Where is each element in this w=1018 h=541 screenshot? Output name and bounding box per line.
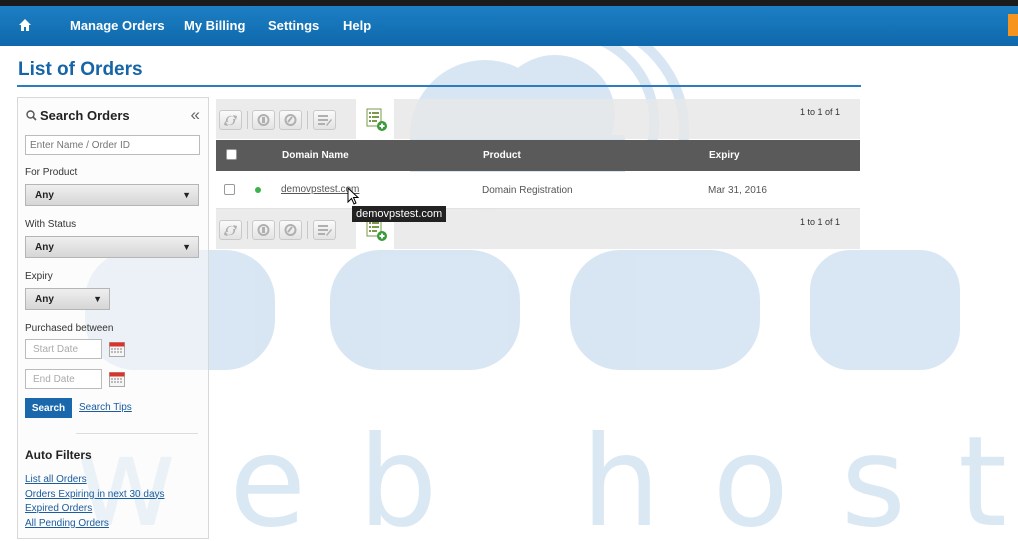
nav-my-billing[interactable]: My Billing	[184, 6, 245, 46]
nav-manage-orders[interactable]: Manage Orders	[70, 6, 165, 46]
dropdown-arrow-icon: ▼	[93, 294, 102, 304]
search-sidebar: Search Orders « For Product Any ▼ With S…	[17, 97, 209, 539]
domain-tooltip: demovpstest.com	[352, 206, 447, 222]
edit-order-icon[interactable]	[313, 110, 336, 130]
dropdown-arrow-icon: ▼	[182, 190, 191, 200]
product-label: For Product	[25, 167, 78, 178]
select-all-checkbox[interactable]	[226, 149, 237, 160]
sidebar-divider	[76, 433, 198, 434]
status-dot-icon	[255, 187, 261, 193]
product-cell: Domain Registration	[482, 185, 573, 196]
grid-header: Domain Name Product Expiry	[216, 140, 860, 171]
auto-filters-list: List all Orders Orders Expiring in next …	[25, 469, 165, 529]
edit-order-icon[interactable]	[313, 220, 336, 240]
status-label: With Status	[25, 219, 77, 230]
auto-filters-title: Auto Filters	[25, 448, 92, 462]
purchased-between-label: Purchased between	[25, 323, 114, 334]
status-select[interactable]: Any ▼	[25, 236, 199, 258]
unlock-order-icon[interactable]	[279, 220, 302, 240]
grid-toolbar-top: 1 to 1 of 1	[216, 99, 860, 139]
toolbar-separator	[307, 221, 308, 239]
home-icon[interactable]	[18, 6, 38, 46]
pagination-info-top: 1 to 1 of 1	[799, 107, 840, 117]
title-divider	[17, 85, 861, 87]
toolbar-separator	[247, 221, 248, 239]
product-select-value: Any	[35, 190, 54, 201]
watermark-tagline: web hosting	[75, 410, 1018, 541]
refresh-icon[interactable]	[219, 110, 242, 130]
expiry-select[interactable]: Any ▼	[25, 288, 110, 310]
grid-toolbar-bottom: 1 to 1 of 1	[216, 209, 860, 249]
calendar-icon[interactable]	[109, 341, 125, 357]
page-title: List of Orders	[18, 59, 143, 80]
nav-help[interactable]: Help	[343, 6, 371, 46]
expiry-label: Expiry	[25, 271, 53, 282]
nav-orange-tab[interactable]	[1008, 14, 1018, 36]
add-order-icon	[366, 108, 387, 131]
lock-order-icon[interactable]	[252, 220, 275, 240]
refresh-icon[interactable]	[219, 220, 242, 240]
filter-pending-orders[interactable]: All Pending Orders	[25, 518, 109, 529]
product-select[interactable]: Any ▼	[25, 184, 199, 206]
start-date-input[interactable]: Start Date	[25, 339, 102, 359]
calendar-icon[interactable]	[109, 371, 125, 387]
dropdown-arrow-icon: ▼	[182, 242, 191, 252]
order-search-input[interactable]	[25, 135, 200, 155]
main-navbar: Manage Orders My Billing Settings Help	[0, 6, 1018, 46]
mouse-pointer-icon	[347, 187, 360, 205]
add-order-button[interactable]	[356, 99, 394, 139]
nav-settings[interactable]: Settings	[268, 6, 319, 46]
col-expiry[interactable]: Expiry	[709, 150, 740, 161]
col-product[interactable]: Product	[483, 150, 521, 161]
lock-order-icon[interactable]	[252, 110, 275, 130]
collapse-sidebar-icon[interactable]: «	[191, 105, 200, 125]
expiry-select-value: Any	[35, 294, 54, 305]
search-button[interactable]: Search	[25, 398, 72, 418]
status-select-value: Any	[35, 242, 54, 253]
toolbar-separator	[307, 111, 308, 129]
toolbar-separator	[247, 111, 248, 129]
table-row: demovpstest.com Domain Registration Mar …	[216, 172, 860, 209]
end-date-input[interactable]: End Date	[25, 369, 102, 389]
search-orders-title: Search Orders	[40, 108, 130, 123]
expiry-cell: Mar 31, 2016	[708, 185, 767, 196]
row-checkbox[interactable]	[224, 184, 235, 195]
pagination-info-bottom: 1 to 1 of 1	[799, 217, 840, 227]
search-icon	[26, 110, 37, 121]
unlock-order-icon[interactable]	[279, 110, 302, 130]
search-tips-link[interactable]: Search Tips	[79, 402, 132, 413]
col-domain-name[interactable]: Domain Name	[282, 150, 349, 161]
